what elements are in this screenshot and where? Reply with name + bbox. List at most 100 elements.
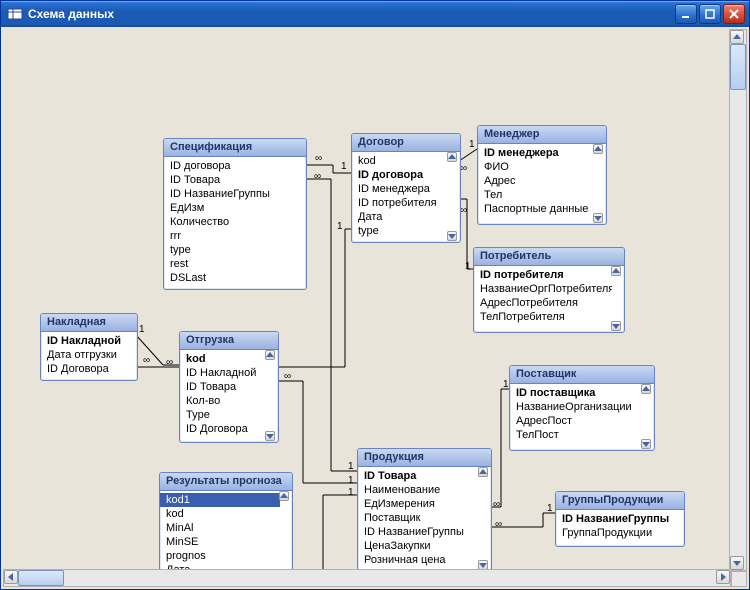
scroll-up-button[interactable] [478, 467, 488, 477]
scroll-up-button[interactable] [593, 144, 603, 154]
field[interactable]: ID Товара [358, 469, 479, 483]
table-header[interactable]: ГруппыПродукции [556, 492, 684, 510]
scroll-track[interactable] [447, 162, 459, 231]
scroll-up-button[interactable] [265, 350, 275, 360]
scroll-up-button[interactable] [730, 30, 744, 44]
field[interactable]: ID потребителя [352, 196, 448, 210]
table-header[interactable]: Потребитель [474, 248, 624, 266]
table-scrollbar[interactable] [265, 350, 277, 441]
scroll-track[interactable] [730, 44, 746, 556]
field[interactable]: ID потребителя [474, 268, 612, 282]
table-otgruz[interactable]: ОтгрузкаkodID НакладнойID ТовараКол-воTy… [179, 331, 279, 443]
field[interactable]: Паспортные данные [478, 202, 594, 216]
field[interactable]: Количество [164, 215, 306, 229]
field[interactable]: kod [180, 352, 266, 366]
scroll-track[interactable] [265, 360, 277, 431]
scroll-track[interactable] [611, 276, 623, 321]
field[interactable]: ID договора [164, 159, 306, 173]
table-group[interactable]: ГруппыПродукцииID НазваниеГруппыГруппаПр… [555, 491, 685, 547]
field[interactable]: Наименование [358, 483, 479, 497]
scroll-right-button[interactable] [716, 570, 730, 584]
field[interactable]: kod1 [160, 493, 280, 507]
field[interactable]: ЕдИзмерения [358, 497, 479, 511]
field[interactable]: НазваниеОргПотребителя [474, 282, 612, 296]
table-spec[interactable]: СпецификацияID договораID ТовараID Назва… [163, 138, 307, 290]
scroll-up-button[interactable] [611, 266, 621, 276]
field[interactable]: Type [180, 408, 266, 422]
scroll-down-button[interactable] [611, 321, 621, 331]
field[interactable]: ЦенаЗакупки [358, 539, 479, 553]
scroll-up-button[interactable] [447, 152, 457, 162]
table-scrollbar[interactable] [593, 144, 605, 223]
field[interactable]: ФИО [478, 160, 594, 174]
close-button[interactable] [723, 4, 745, 24]
table-naklad[interactable]: Накладная ID НакладнойДата отгрузкиID Дог… [40, 313, 138, 381]
horizontal-scrollbar[interactable] [3, 569, 731, 587]
field[interactable]: Поставщик [358, 511, 479, 525]
field[interactable]: ID Накладной [41, 334, 137, 348]
table-manager[interactable]: МенеджерID менеджераФИОАдресТелПаспортны… [477, 125, 607, 225]
scroll-down-button[interactable] [265, 431, 275, 441]
scroll-track[interactable] [18, 570, 716, 586]
field[interactable]: MinAl [160, 521, 280, 535]
field[interactable]: ID менеджера [352, 182, 448, 196]
table-header[interactable]: Спецификация [164, 139, 306, 157]
scroll-thumb[interactable] [18, 570, 64, 586]
table-potreb[interactable]: Потребитель ID потребителяНазваниеОргПотр… [473, 247, 625, 333]
field[interactable]: АдресПост [510, 414, 642, 428]
field[interactable]: ID менеджера [478, 146, 594, 160]
field[interactable]: ТелПост [510, 428, 642, 442]
table-product[interactable]: Продукция ID ТовараНаименованиеЕдИзмерени… [357, 448, 492, 572]
field[interactable]: ЕдИзм [164, 201, 306, 215]
table-header[interactable]: Продукция [358, 449, 491, 467]
field[interactable]: DSLast [164, 271, 306, 285]
field[interactable]: type [164, 243, 306, 257]
table-scrollbar[interactable] [611, 266, 623, 331]
scroll-track[interactable] [593, 154, 605, 213]
field[interactable]: Дата [352, 210, 448, 224]
field[interactable]: НазваниеОрганизации [510, 400, 642, 414]
field[interactable]: Дата отгрузки [41, 348, 137, 362]
vertical-scrollbar[interactable] [729, 29, 747, 571]
scroll-left-button[interactable] [4, 570, 18, 584]
table-header[interactable]: Поставщик [510, 366, 654, 384]
field[interactable]: ТелПотребителя [474, 310, 612, 324]
table-scrollbar[interactable] [478, 467, 490, 570]
scroll-track[interactable] [478, 477, 490, 560]
field[interactable]: ID поставщика [510, 386, 642, 400]
field[interactable]: Тел [478, 188, 594, 202]
field[interactable]: АдресПотребителя [474, 296, 612, 310]
scroll-up-button[interactable] [279, 491, 289, 501]
field[interactable]: ID Договора [41, 362, 137, 376]
scroll-track[interactable] [641, 394, 653, 439]
scroll-down-button[interactable] [641, 439, 651, 449]
table-header[interactable]: Договор [352, 134, 460, 152]
field[interactable]: prognos [160, 549, 280, 563]
table-scrollbar[interactable] [447, 152, 459, 241]
table-header[interactable]: Отгрузка [180, 332, 278, 350]
table-header[interactable]: Менеджер [478, 126, 606, 144]
table-header[interactable]: Результаты прогноза [160, 473, 292, 491]
table-header[interactable]: Накладная [41, 314, 137, 332]
field[interactable]: type [352, 224, 448, 238]
field[interactable]: kod [160, 507, 280, 521]
field[interactable]: ID Накладной [180, 366, 266, 380]
field[interactable]: Кол-во [180, 394, 266, 408]
scroll-down-button[interactable] [730, 556, 744, 570]
scroll-thumb[interactable] [730, 44, 746, 90]
scroll-down-button[interactable] [447, 231, 457, 241]
field[interactable]: rrr [164, 229, 306, 243]
field[interactable]: ГруппаПродукции [556, 526, 684, 540]
table-scrollbar[interactable] [641, 384, 653, 449]
field[interactable]: ID НазваниеГруппы [164, 187, 306, 201]
field[interactable]: kod [352, 154, 448, 168]
scroll-up-button[interactable] [641, 384, 651, 394]
field[interactable]: ID НазваниеГруппы [358, 525, 479, 539]
field[interactable]: rest [164, 257, 306, 271]
maximize-button[interactable] [699, 4, 721, 24]
field[interactable]: ID договора [352, 168, 448, 182]
diagram-canvas[interactable]: ∞1∞1∞11∞1∞1∞1∞1∞∞1∞1 СпецификацияID дого… [3, 29, 731, 571]
table-postav[interactable]: Поставщик ID поставщикаНазваниеОрганизаци… [509, 365, 655, 451]
title-bar[interactable]: Схема данных [1, 1, 749, 27]
field[interactable]: ID Договора [180, 422, 266, 436]
